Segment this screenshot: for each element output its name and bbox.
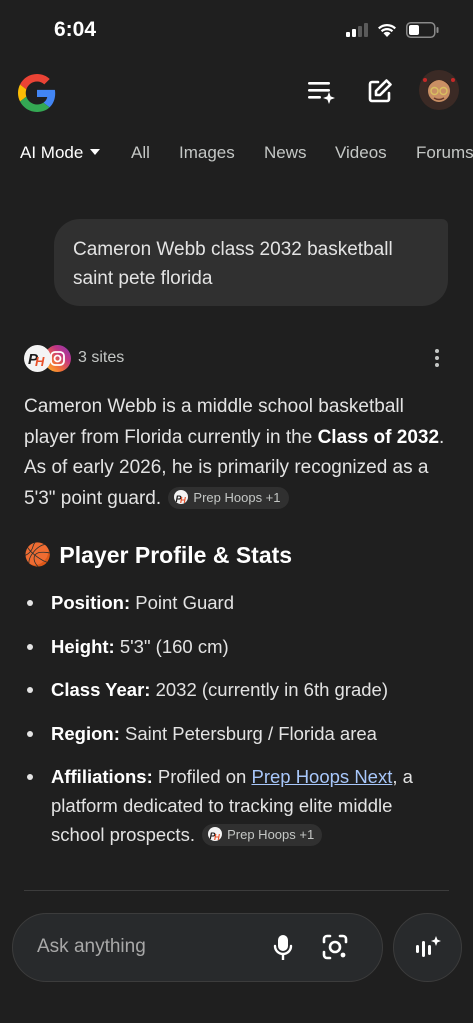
tab-videos[interactable]: Videos	[335, 143, 387, 163]
sources-count: 3 sites	[78, 349, 125, 366]
source-chip[interactable]: P H Prep Hoops +1	[168, 486, 289, 509]
voice-mode-button[interactable]	[393, 913, 462, 982]
svg-text:H: H	[214, 833, 220, 841]
app-header	[0, 68, 473, 120]
history-list-icon[interactable]	[306, 78, 336, 104]
source-chip[interactable]: P H Prep Hoops +1	[202, 824, 323, 846]
answer-bold-text: Class of 2032	[317, 426, 440, 448]
list-item: Region: Saint Petersburg / Florida area	[24, 719, 449, 748]
svg-text:H: H	[180, 496, 186, 504]
section-heading: 🏀 Player Profile & Stats	[24, 537, 449, 573]
prep-hoops-logo-icon: PH	[174, 489, 189, 504]
ask-input-placeholder[interactable]: Ask anything	[37, 936, 146, 958]
avatar-image-icon	[419, 70, 459, 110]
list-item: Position: Point Guard	[24, 588, 449, 617]
tab-forums[interactable]: Forums	[416, 143, 473, 163]
section-title: Player Profile & Stats	[59, 541, 293, 568]
microphone-icon[interactable]	[273, 933, 293, 963]
tab-news[interactable]: News	[264, 143, 307, 163]
wifi-icon	[378, 23, 396, 37]
source-chip-label: Prep Hoops +1	[227, 827, 315, 842]
status-bar: 6:04	[0, 0, 473, 62]
sources-row[interactable]: P H 3 sites	[24, 343, 449, 375]
tab-ai-mode-label: AI Mode	[20, 143, 84, 162]
status-time: 6:04	[54, 18, 97, 41]
list-item: Height: 5'3" (160 cm)	[24, 632, 449, 661]
basketball-icon: 🏀	[24, 542, 52, 567]
list-item: Class Year: 2032 (currently in 6th grade…	[24, 675, 449, 704]
cellular-signal-icon	[346, 23, 368, 37]
more-options-icon[interactable]	[435, 349, 439, 367]
google-lens-icon[interactable]	[321, 933, 349, 961]
prep-hoops-logo-icon: PH	[208, 827, 223, 841]
source-chip-label: Prep Hoops +1	[193, 489, 281, 505]
user-query-bubble[interactable]: Cameron Webb class 2032 basketball saint…	[54, 219, 448, 306]
audio-sparkle-icon	[415, 935, 441, 957]
account-avatar[interactable]	[419, 70, 459, 110]
chevron-down-icon	[90, 148, 101, 155]
profile-list: Position: Point Guard Height: 5'3" (160 …	[24, 588, 449, 864]
status-icons	[346, 22, 439, 38]
battery-icon	[406, 22, 439, 38]
prep-hoops-next-link[interactable]: Prep Hoops Next	[251, 766, 392, 787]
ask-input-box[interactable]: Ask anything	[12, 913, 383, 982]
tab-ai-mode[interactable]: AI Mode	[20, 143, 101, 163]
new-chat-edit-icon[interactable]	[367, 78, 393, 104]
google-logo-icon[interactable]	[18, 74, 56, 112]
search-tabs: AI Mode All Images News Videos Forums	[0, 140, 473, 168]
svg-text:H: H	[35, 354, 45, 369]
answer-paragraph: Cameron Webb is a middle school basketba…	[24, 392, 449, 514]
tab-all[interactable]: All	[131, 143, 150, 163]
divider	[24, 890, 449, 891]
prep-hoops-logo-icon: P H	[24, 345, 51, 372]
list-item: Affiliations: Profiled on Prep Hoops Nex…	[24, 762, 449, 849]
tab-images[interactable]: Images	[179, 143, 235, 163]
